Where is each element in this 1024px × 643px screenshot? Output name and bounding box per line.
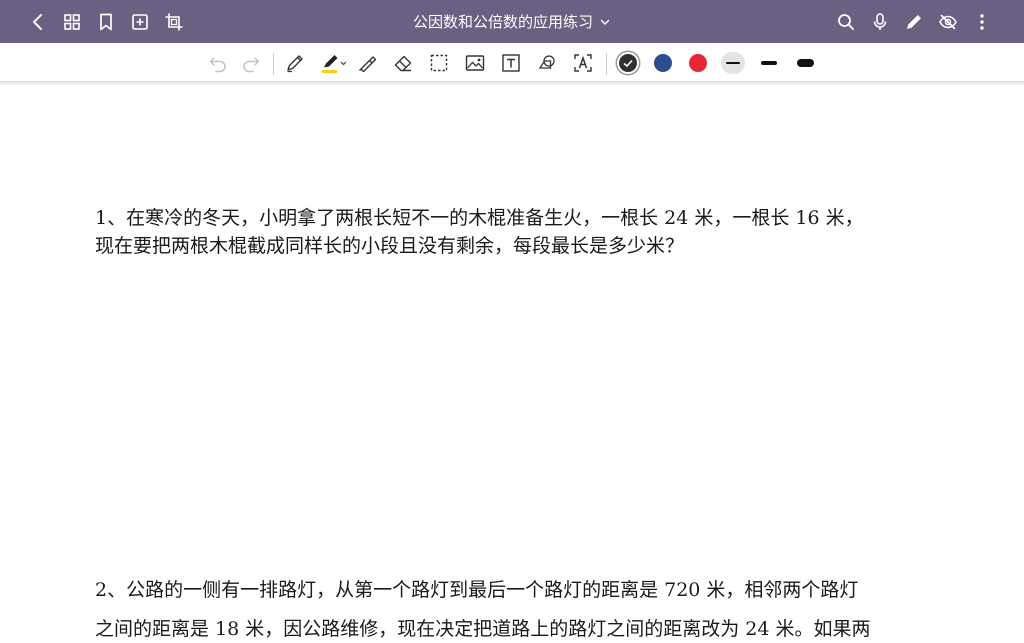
lasso-select-icon xyxy=(428,52,450,74)
document-title-dropdown[interactable]: 公因数和公倍数的应用练习 xyxy=(413,12,611,32)
note-page-canvas[interactable]: 1、在寒冷的冬天，小明拿了两根长短不一的木棍准备生火，一根长 24 米，一根长 … xyxy=(0,85,1024,640)
shape-icon xyxy=(536,52,558,74)
text-box-icon xyxy=(500,52,522,74)
question-2-line-1: 2、公路的一侧有一排路灯，从第一个路灯到最后一个路灯的距离是 720 米，相邻两… xyxy=(95,577,935,605)
checkmark-icon xyxy=(619,54,637,72)
undo-button[interactable] xyxy=(205,51,231,75)
stroke-size-medium[interactable] xyxy=(757,52,781,74)
drawing-toolbar xyxy=(0,43,1024,81)
toolbar-separator xyxy=(273,53,274,75)
more-icon xyxy=(972,12,992,32)
undo-icon xyxy=(207,52,229,74)
color-swatch-red[interactable] xyxy=(689,54,707,72)
read-mode-button[interactable] xyxy=(933,7,963,37)
stroke-thick-preview xyxy=(797,59,814,67)
chevron-down-icon xyxy=(599,16,611,28)
stroke-medium-preview xyxy=(761,61,777,65)
eraser-tool[interactable] xyxy=(390,51,416,75)
redo-icon xyxy=(240,52,262,74)
eraser-brush-tool[interactable] xyxy=(354,51,380,75)
microphone-icon xyxy=(870,12,890,32)
title-bar: 公因数和公倍数的应用练习 xyxy=(0,0,1024,43)
stroke-thin-preview xyxy=(726,62,740,64)
more-options-button[interactable] xyxy=(967,7,997,37)
question-1-line-2: 现在要把两根木棍截成同样长的小段且没有剩余，每段最长是多少米？ xyxy=(95,233,935,261)
question-1-line-1: 1、在寒冷的冬天，小明拿了两根长短不一的木棍准备生火，一根长 24 米，一根长 … xyxy=(95,205,935,233)
text-box-tool[interactable] xyxy=(498,51,524,75)
toolbar-separator xyxy=(606,53,607,75)
stroke-size-thick[interactable] xyxy=(793,52,817,74)
color-swatch-blue[interactable] xyxy=(654,54,672,72)
question-2-line-2: 之间的距离是 18 米，因公路维修，现在决定把道路上的路灯之间的距离改为 24 … xyxy=(95,616,935,643)
pen-mode-button[interactable] xyxy=(899,7,929,37)
eraser-brush-icon xyxy=(356,52,378,74)
document-title: 公因数和公倍数的应用练习 xyxy=(413,12,593,32)
search-button[interactable] xyxy=(831,7,861,37)
image-icon xyxy=(464,52,486,74)
pen-tool[interactable] xyxy=(282,51,308,75)
highlighter-tool[interactable] xyxy=(318,51,352,75)
eraser-icon xyxy=(392,52,414,74)
color-swatch-black[interactable] xyxy=(619,54,637,72)
redo-button[interactable] xyxy=(238,51,264,75)
text-recognition-icon xyxy=(572,52,594,74)
question-1: 1、在寒冷的冬天，小明拿了两根长短不一的木棍准备生火，一根长 24 米，一根长 … xyxy=(95,205,935,260)
highlighter-icon xyxy=(320,52,350,74)
pen-icon xyxy=(284,52,306,74)
text-recognition-tool[interactable] xyxy=(570,51,596,75)
voice-input-button[interactable] xyxy=(865,7,895,37)
stroke-size-thin[interactable] xyxy=(721,52,745,74)
question-2: 2、公路的一侧有一排路灯，从第一个路灯到最后一个路灯的距离是 720 米，相邻两… xyxy=(95,577,935,643)
eye-off-icon xyxy=(938,12,958,32)
shape-tool[interactable] xyxy=(534,51,560,75)
insert-image-tool[interactable] xyxy=(462,51,488,75)
pencil-icon xyxy=(904,12,924,32)
lasso-select-tool[interactable] xyxy=(426,51,452,75)
search-icon xyxy=(836,12,856,32)
